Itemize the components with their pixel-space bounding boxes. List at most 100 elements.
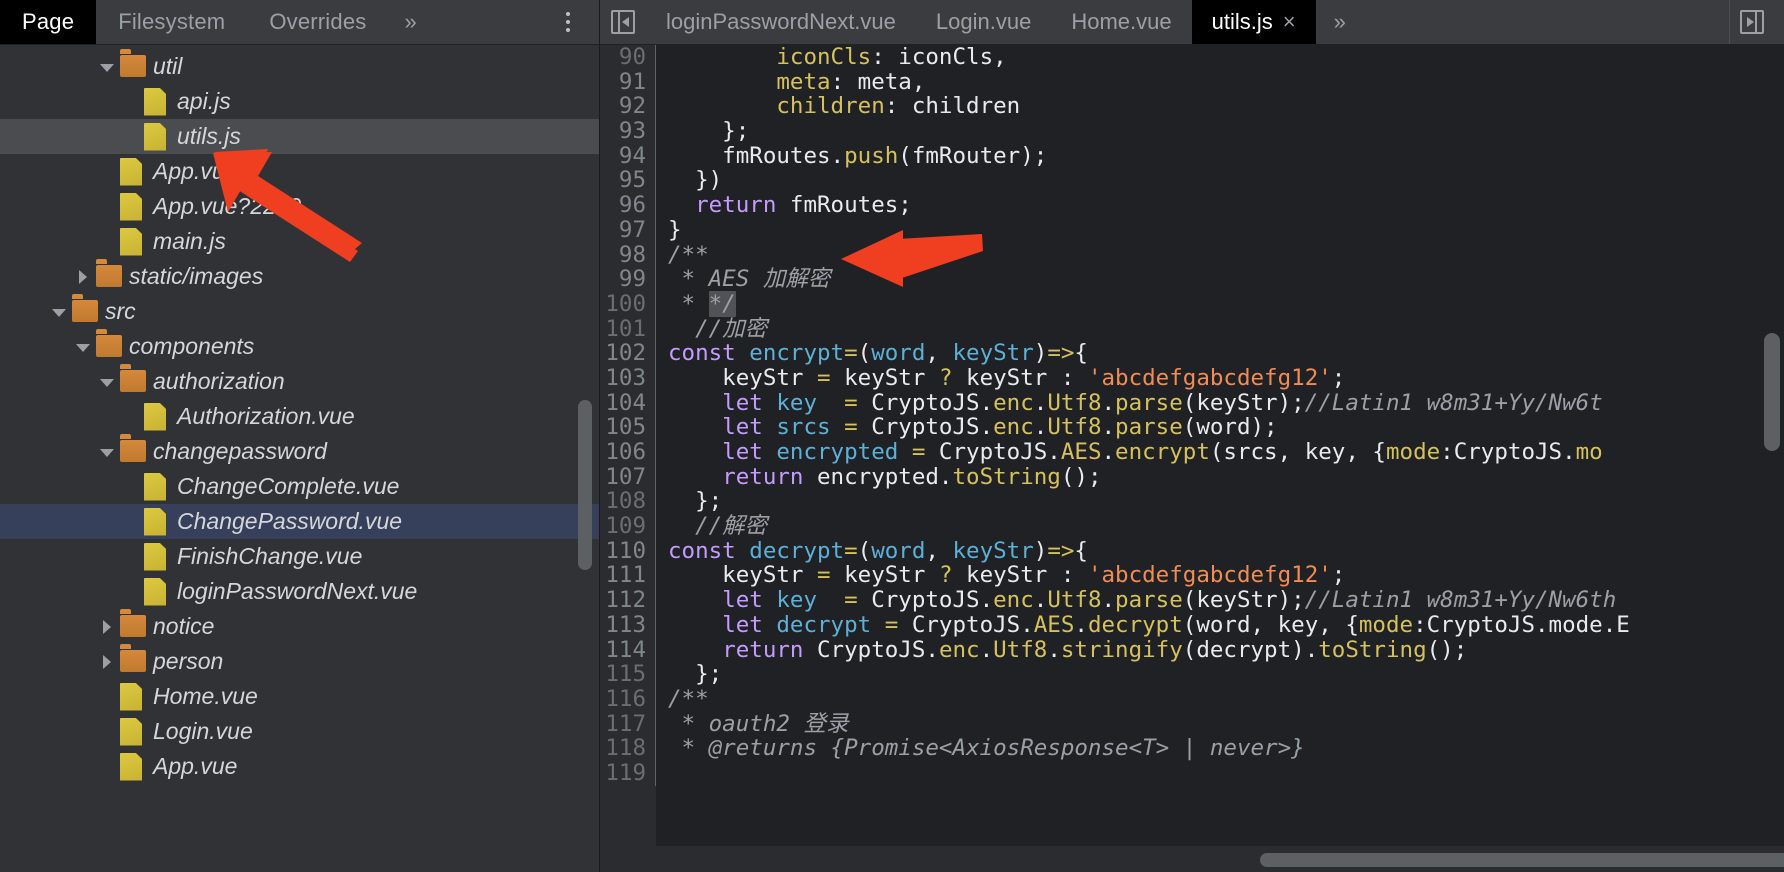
line-number[interactable]: 98 bbox=[600, 242, 656, 268]
line-number[interactable]: 111 bbox=[600, 563, 656, 589]
code-line-text[interactable]: return fmRoutes; bbox=[656, 193, 912, 218]
chevron-right-icon[interactable] bbox=[74, 267, 94, 287]
line-number[interactable]: 113 bbox=[600, 613, 656, 638]
line-number[interactable]: 119 bbox=[600, 761, 656, 786]
code-line[interactable]: 119 bbox=[600, 761, 1784, 786]
show-drawer-button[interactable] bbox=[1729, 0, 1774, 44]
editor-tab-login[interactable]: Login.vue bbox=[916, 0, 1051, 44]
editor-tab-utils-js[interactable]: utils.js × bbox=[1191, 0, 1316, 44]
code-line-text[interactable]: meta: meta, bbox=[656, 69, 925, 95]
editor-vertical-scrollbar[interactable] bbox=[1764, 333, 1780, 451]
tree-file-row[interactable]: loginPasswordNext.vue bbox=[0, 574, 599, 609]
file-tree[interactable]: util api.js utils.js App.vue App.vue?2259 mai… bbox=[0, 45, 599, 872]
line-number[interactable]: 110 bbox=[600, 539, 656, 564]
code-line[interactable]: 110 const decrypt=(word, keyStr)=>{ bbox=[600, 538, 1784, 564]
code-line[interactable]: 94 fmRoutes.push(fmRouter); bbox=[600, 143, 1784, 169]
tree-file-row[interactable]: Home.vue bbox=[0, 679, 599, 714]
code-line-text[interactable]: }; bbox=[656, 119, 749, 144]
code-line[interactable]: 90 iconCls: iconCls, bbox=[600, 45, 1784, 70]
chevron-down-icon[interactable] bbox=[74, 337, 94, 357]
line-number[interactable]: 105 bbox=[600, 415, 656, 440]
chevron-right-icon[interactable] bbox=[98, 617, 118, 637]
code-line-text[interactable]: }; bbox=[656, 489, 722, 514]
code-line[interactable]: 99 * AES 加解密 bbox=[600, 267, 1784, 292]
code-line[interactable]: 96 return fmRoutes; bbox=[600, 193, 1784, 218]
tree-folder-row[interactable]: person bbox=[0, 644, 599, 679]
code-line-text[interactable]: keyStr = keyStr ? keyStr : 'abcdefgabcde… bbox=[656, 366, 1345, 391]
code-line[interactable]: 97} bbox=[600, 217, 1784, 243]
code-line[interactable]: 118 * @returns {Promise<AxiosResponse<T>… bbox=[600, 736, 1784, 761]
tree-file-row[interactable]: Login.vue bbox=[0, 714, 599, 749]
code-line[interactable]: 91 meta: meta, bbox=[600, 69, 1784, 95]
code-line-text[interactable]: fmRoutes.push(fmRouter); bbox=[656, 143, 1047, 169]
line-number[interactable]: 117 bbox=[600, 711, 656, 737]
navigator-vertical-scrollbar[interactable] bbox=[578, 400, 592, 570]
code-line[interactable]: 92 children: children bbox=[600, 94, 1784, 120]
line-number[interactable]: 97 bbox=[600, 218, 656, 243]
code-line[interactable]: 95 }) bbox=[600, 168, 1784, 194]
code-line-text[interactable]: }) bbox=[656, 168, 722, 193]
editor-tab-home[interactable]: Home.vue bbox=[1051, 0, 1191, 44]
code-line-text[interactable]: * AES 加解密 bbox=[656, 267, 831, 292]
chevron-down-icon[interactable] bbox=[98, 57, 118, 77]
editor-horizontal-scrollbar[interactable] bbox=[1260, 853, 1784, 867]
code-line-text[interactable]: } bbox=[656, 217, 682, 243]
code-line-text[interactable]: return CryptoJS.enc.Utf8.stringify(decry… bbox=[656, 637, 1467, 663]
nav-tab-page[interactable]: Page bbox=[0, 0, 97, 44]
code-line[interactable]: 106 let encrypted = CryptoJS.AES.encrypt… bbox=[600, 440, 1784, 465]
tree-folder-row[interactable]: notice bbox=[0, 609, 599, 644]
code-line-text[interactable]: return encrypted.toString(); bbox=[656, 464, 1101, 490]
code-line-text[interactable]: let srcs = CryptoJS.enc.Utf8.parse(word)… bbox=[656, 415, 1277, 440]
code-line[interactable]: 108 }; bbox=[600, 489, 1784, 515]
tree-file-row[interactable]: App.vue bbox=[0, 749, 599, 784]
code-line-text[interactable]: /** bbox=[656, 242, 709, 268]
line-number[interactable]: 90 bbox=[600, 45, 656, 70]
code-line-text[interactable]: let key = CryptoJS.enc.Utf8.parse(keyStr… bbox=[656, 588, 1616, 613]
code-line-text[interactable]: //解密 bbox=[656, 514, 767, 539]
line-number[interactable]: 93 bbox=[600, 119, 656, 144]
code-line-text[interactable]: /** bbox=[656, 687, 709, 712]
editor-tab-loginpasswordnext[interactable]: loginPasswordNext.vue bbox=[646, 0, 916, 44]
editor-more-tabs-button[interactable]: » bbox=[1316, 0, 1364, 44]
source-code-viewer[interactable]: 90 iconCls: iconCls, 91 meta: meta, 92 chi… bbox=[600, 45, 1784, 872]
code-line[interactable]: 111 keyStr = keyStr ? keyStr : 'abcdefga… bbox=[600, 563, 1784, 589]
line-number[interactable]: 115 bbox=[600, 662, 656, 687]
code-line-text[interactable]: iconCls: iconCls, bbox=[656, 45, 1006, 70]
code-line[interactable]: 112 let key = CryptoJS.enc.Utf8.parse(ke… bbox=[600, 588, 1784, 613]
tree-folder-row[interactable]: authorization bbox=[0, 364, 599, 399]
nav-more-tabs-button[interactable]: » bbox=[388, 0, 432, 44]
nav-tab-filesystem[interactable]: Filesystem bbox=[96, 0, 247, 44]
code-line-text[interactable]: children: children bbox=[656, 94, 1020, 119]
line-number[interactable]: 107 bbox=[600, 464, 656, 490]
line-number[interactable]: 100 bbox=[600, 292, 656, 317]
code-line[interactable]: 101 //加密 bbox=[600, 316, 1784, 342]
line-number[interactable]: 103 bbox=[600, 366, 656, 391]
tree-folder-row[interactable]: src bbox=[0, 294, 599, 329]
code-line-text[interactable]: * @returns {Promise<AxiosResponse<T> | n… bbox=[656, 736, 1305, 761]
code-line[interactable]: 102 const encrypt=(word, keyStr)=>{ bbox=[600, 341, 1784, 366]
code-line[interactable]: 103 keyStr = keyStr ? keyStr : 'abcdefga… bbox=[600, 366, 1784, 391]
line-number[interactable]: 92 bbox=[600, 94, 656, 120]
code-line-text[interactable]: }; bbox=[656, 662, 722, 687]
code-line[interactable]: 117 * oauth2 登录 bbox=[600, 711, 1784, 737]
code-line-text[interactable]: * oauth2 登录 bbox=[656, 711, 849, 737]
chevron-right-icon[interactable] bbox=[98, 652, 118, 672]
line-number[interactable]: 116 bbox=[600, 687, 656, 712]
nav-tab-overrides[interactable]: Overrides bbox=[247, 0, 388, 44]
line-number[interactable]: 109 bbox=[600, 514, 656, 539]
line-number[interactable]: 102 bbox=[600, 341, 656, 366]
tree-file-row[interactable]: App.vue?2259 bbox=[0, 189, 599, 224]
code-line[interactable]: 107 return encrypted.toString(); bbox=[600, 464, 1784, 490]
line-number[interactable]: 91 bbox=[600, 69, 656, 95]
chevron-down-icon[interactable] bbox=[98, 372, 118, 392]
code-line[interactable]: 109 //解密 bbox=[600, 514, 1784, 539]
tree-file-row[interactable]: ChangeComplete.vue bbox=[0, 469, 599, 504]
navigator-more-options-button[interactable] bbox=[551, 0, 585, 44]
code-line-text[interactable]: keyStr = keyStr ? keyStr : 'abcdefgabcde… bbox=[656, 563, 1345, 588]
code-line-text[interactable]: const decrypt=(word, keyStr)=>{ bbox=[656, 538, 1088, 564]
code-line[interactable]: 98 /** bbox=[600, 242, 1784, 268]
code-line[interactable]: 114 return CryptoJS.enc.Utf8.stringify(d… bbox=[600, 637, 1784, 663]
tree-file-row[interactable]: App.vue bbox=[0, 154, 599, 189]
tree-folder-row[interactable]: changepassword bbox=[0, 434, 599, 469]
chevron-down-icon[interactable] bbox=[98, 442, 118, 462]
